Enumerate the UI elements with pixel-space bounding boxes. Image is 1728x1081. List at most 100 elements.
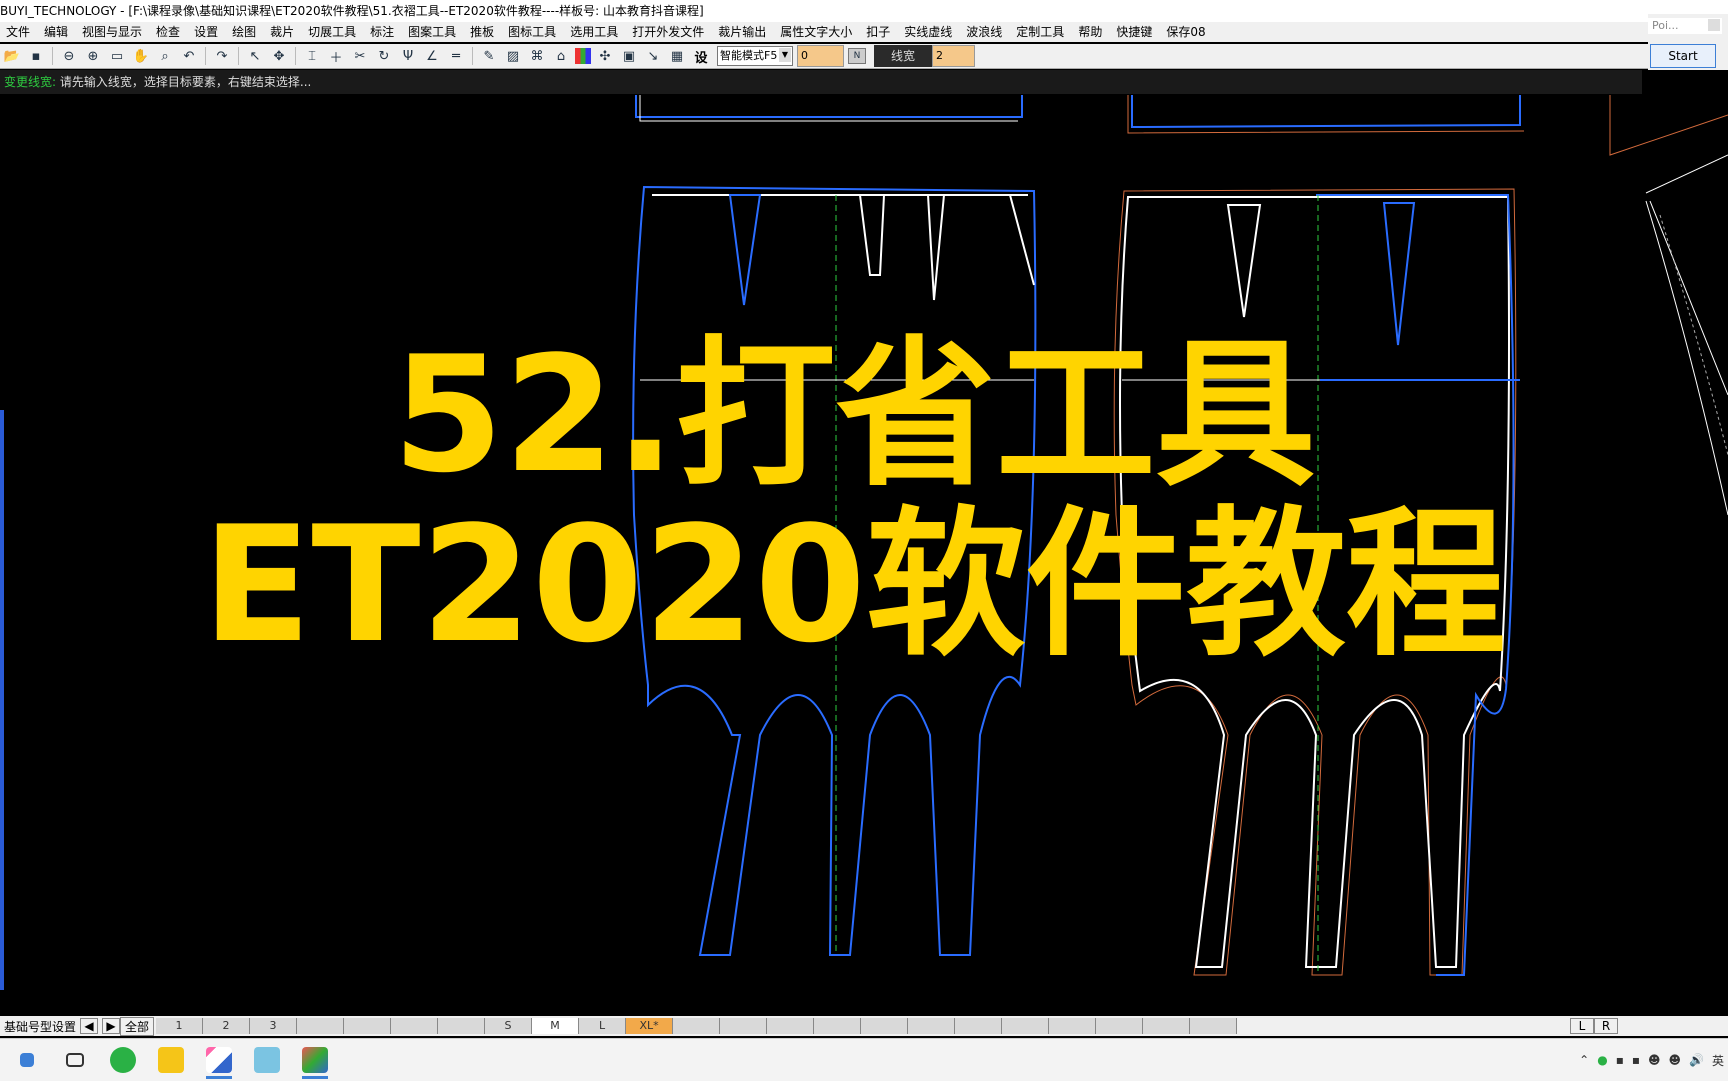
size-cell[interactable] bbox=[438, 1018, 486, 1034]
menu-item[interactable]: 快捷键 bbox=[1110, 22, 1160, 42]
menu-item[interactable]: 设置 bbox=[188, 22, 226, 42]
size-cell[interactable] bbox=[391, 1018, 439, 1034]
chevron-up-icon[interactable]: ⌃ bbox=[1579, 1053, 1589, 1067]
hatch-icon[interactable]: ▨ bbox=[503, 46, 523, 66]
size-cell[interactable]: 1 bbox=[156, 1018, 204, 1034]
select-arrow-icon[interactable]: ↖ bbox=[245, 46, 265, 66]
size-cell[interactable] bbox=[1096, 1018, 1144, 1034]
next-size-button[interactable]: ▶ bbox=[102, 1018, 121, 1034]
size-cell[interactable] bbox=[861, 1018, 909, 1034]
size-cell[interactable] bbox=[1049, 1018, 1097, 1034]
size-cell[interactable]: 2 bbox=[203, 1018, 251, 1034]
windows-start-icon[interactable] bbox=[6, 1041, 48, 1079]
menu-item[interactable]: 扣子 bbox=[860, 22, 898, 42]
save-icon[interactable]: ▪ bbox=[26, 46, 46, 66]
menu-item[interactable]: 保存08 bbox=[1160, 22, 1213, 42]
menu-item[interactable]: 实线虚线 bbox=[898, 22, 960, 42]
app-tray-icon[interactable]: ▪ bbox=[1632, 1053, 1640, 1067]
monitor-tray-icon[interactable]: ▪ bbox=[1616, 1053, 1624, 1067]
menu-item[interactable]: 打开外发文件 bbox=[626, 22, 712, 42]
prev-size-button[interactable]: ◀ bbox=[80, 1018, 99, 1034]
pan-hand-icon[interactable]: ✋ bbox=[131, 46, 151, 66]
parallel-lines-icon[interactable]: ═ bbox=[446, 46, 466, 66]
menu-item[interactable]: 裁片 bbox=[264, 22, 302, 42]
menu-item[interactable]: 文件 bbox=[0, 22, 38, 42]
wechat-icon[interactable] bbox=[102, 1041, 144, 1079]
menu-item[interactable]: 波浪线 bbox=[960, 22, 1010, 42]
size-cell[interactable] bbox=[297, 1018, 345, 1034]
menu-item[interactable]: 切展工具 bbox=[302, 22, 364, 42]
menu-item[interactable]: 视图与显示 bbox=[76, 22, 150, 42]
image-icon[interactable]: ▣ bbox=[619, 46, 639, 66]
mode-select[interactable]: 智能模式F5 ▼ bbox=[717, 46, 793, 66]
pencil-icon[interactable]: ✎ bbox=[479, 46, 499, 66]
menu-item[interactable]: 裁片输出 bbox=[712, 22, 774, 42]
close-icon[interactable] bbox=[1708, 19, 1720, 31]
cut-icon[interactable]: ✂ bbox=[350, 46, 370, 66]
zoom-area-icon[interactable]: ⌕ bbox=[155, 46, 175, 66]
arrow-down-icon[interactable]: ↘ bbox=[643, 46, 663, 66]
size-cell[interactable] bbox=[908, 1018, 956, 1034]
menu-item[interactable]: 帮助 bbox=[1072, 22, 1110, 42]
fit-window-icon[interactable]: ▭ bbox=[107, 46, 127, 66]
et-software-icon[interactable] bbox=[198, 1041, 240, 1079]
wechat-tray-icon[interactable]: ● bbox=[1597, 1053, 1607, 1067]
undo-icon[interactable]: ↶ bbox=[179, 46, 199, 66]
file-explorer-icon[interactable] bbox=[150, 1041, 192, 1079]
right-size-button[interactable]: R bbox=[1594, 1018, 1618, 1034]
frame-icon[interactable]: ▦ bbox=[667, 46, 687, 66]
size-cell[interactable]: L bbox=[579, 1018, 627, 1034]
menu-item[interactable]: 定制工具 bbox=[1010, 22, 1072, 42]
app-icon-3[interactable] bbox=[294, 1041, 336, 1079]
size-cell[interactable] bbox=[1143, 1018, 1191, 1034]
tag-icon[interactable]: ⌘ bbox=[527, 46, 547, 66]
size-cell[interactable]: M bbox=[532, 1018, 580, 1034]
chevron-down-icon[interactable]: ▼ bbox=[779, 48, 791, 62]
menu-item[interactable]: 编辑 bbox=[38, 22, 76, 42]
start-button[interactable]: Start bbox=[1650, 44, 1716, 68]
size-cell[interactable] bbox=[720, 1018, 768, 1034]
size-cell[interactable]: XL* bbox=[626, 1018, 674, 1034]
settings-glyph-icon[interactable]: 设 bbox=[691, 46, 711, 66]
dart-tool-icon[interactable]: Ψ bbox=[398, 46, 418, 66]
size-cell[interactable] bbox=[1002, 1018, 1050, 1034]
left-size-button[interactable]: L bbox=[1570, 1018, 1594, 1034]
size-cell[interactable]: 3 bbox=[250, 1018, 298, 1034]
align-icon[interactable]: ⌶ bbox=[302, 46, 322, 66]
color-palette-icon[interactable] bbox=[575, 48, 591, 64]
menu-item[interactable]: 属性文字大小 bbox=[774, 22, 860, 42]
menu-item[interactable]: 推板 bbox=[464, 22, 502, 42]
angle-icon[interactable]: ∠ bbox=[422, 46, 442, 66]
size-cell[interactable] bbox=[673, 1018, 721, 1034]
redo-icon[interactable]: ↷ bbox=[212, 46, 232, 66]
user-tray-icon[interactable]: ☻ bbox=[1648, 1053, 1661, 1067]
size-settings-label[interactable]: 基础号型设置 bbox=[0, 1018, 80, 1035]
cross-icon[interactable]: ＋ bbox=[326, 46, 346, 66]
menu-item[interactable]: 标注 bbox=[364, 22, 402, 42]
zoom-out-icon[interactable]: ⊖ bbox=[59, 46, 79, 66]
menu-item[interactable]: 图标工具 bbox=[502, 22, 564, 42]
move-icon[interactable]: ✥ bbox=[269, 46, 289, 66]
size-cell[interactable] bbox=[1190, 1018, 1238, 1034]
size-cell[interactable] bbox=[344, 1018, 392, 1034]
value-field[interactable]: 0 bbox=[797, 45, 844, 67]
input-language[interactable]: 英 bbox=[1712, 1052, 1724, 1069]
open-file-icon[interactable]: 📂 bbox=[2, 46, 22, 66]
all-sizes-button[interactable]: 全部 bbox=[120, 1016, 155, 1036]
rotate-icon[interactable]: ↻ bbox=[374, 46, 394, 66]
size-cell[interactable]: S bbox=[485, 1018, 533, 1034]
menu-item[interactable]: 选用工具 bbox=[564, 22, 626, 42]
linewidth-input[interactable]: 2 bbox=[932, 45, 975, 67]
size-cell[interactable] bbox=[955, 1018, 1003, 1034]
pick-icon[interactable]: N bbox=[848, 48, 866, 64]
menu-item[interactable]: 检查 bbox=[150, 22, 188, 42]
scatter-icon[interactable]: ✣ bbox=[595, 46, 615, 66]
user-tray-icon-2[interactable]: ☻ bbox=[1669, 1053, 1682, 1067]
size-cell[interactable] bbox=[767, 1018, 815, 1034]
app-icon-2[interactable] bbox=[246, 1041, 288, 1079]
menu-item[interactable]: 图案工具 bbox=[402, 22, 464, 42]
hanger-icon[interactable]: ⌂ bbox=[551, 46, 571, 66]
volume-icon[interactable]: 🔊 bbox=[1689, 1053, 1704, 1067]
menu-item[interactable]: 绘图 bbox=[226, 22, 264, 42]
size-cell[interactable] bbox=[814, 1018, 862, 1034]
